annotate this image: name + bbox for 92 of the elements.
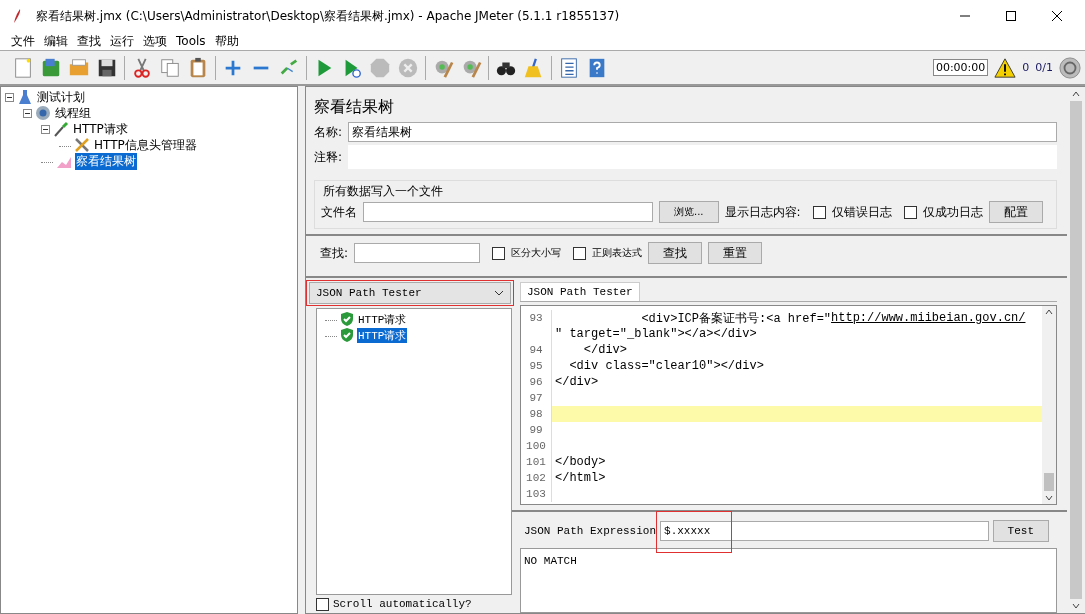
collapse-toggle-icon[interactable]: [41, 124, 50, 134]
checkbox-label[interactable]: 仅成功日志: [922, 203, 983, 221]
menu-item[interactable]: 编辑: [44, 32, 68, 50]
line-number: 103: [526, 488, 546, 500]
log-label: 显示日志内容:: [724, 203, 801, 221]
caret-icon: [494, 290, 504, 296]
browse-button[interactable]: 浏览...: [659, 201, 719, 223]
line-number: 102: [526, 472, 546, 484]
warning-icon[interactable]: [994, 56, 1017, 79]
checkbox-label[interactable]: Scroll automatically?: [333, 598, 472, 610]
line-number: 100: [526, 440, 546, 452]
menu-item[interactable]: 选项: [143, 32, 167, 50]
code-line: </div>: [555, 375, 599, 389]
menu-item[interactable]: 帮助: [214, 32, 239, 50]
code-line: " target="_blank"></a></div>: [555, 327, 757, 341]
remote-icon[interactable]: [1059, 56, 1081, 79]
renderer-dropdown[interactable]: JSON Path Tester: [309, 282, 511, 304]
new-file-icon[interactable]: [12, 56, 34, 79]
find-button[interactable]: 查找: [648, 242, 703, 264]
scroll-up-icon[interactable]: [1072, 91, 1080, 97]
template-icon[interactable]: [40, 56, 62, 79]
result-output: NO MATCH: [520, 548, 1057, 613]
checkbox[interactable]: [573, 246, 587, 260]
feather-icon: [12, 8, 22, 24]
tab[interactable]: JSON Path Tester: [520, 282, 640, 301]
field-label: 注释:: [314, 148, 343, 166]
filename-field[interactable]: [363, 202, 653, 222]
maximize-icon[interactable]: [1005, 10, 1017, 22]
tree-item[interactable]: HTTP请求: [72, 120, 129, 138]
line-number: 95: [529, 360, 543, 372]
checkbox-label[interactable]: 正则表达式: [592, 246, 643, 260]
line-number: 96: [529, 376, 543, 388]
checkbox[interactable]: [812, 205, 826, 219]
code-line: </html>: [555, 471, 606, 485]
checkbox[interactable]: [492, 246, 506, 260]
scrollbar[interactable]: [1042, 306, 1056, 504]
checkbox[interactable]: [903, 205, 917, 219]
elapsed-time: 00:00:00: [932, 59, 989, 76]
result-item[interactable]: HTTP请求: [357, 327, 408, 343]
error-count: 0: [1022, 61, 1030, 74]
name-field[interactable]: 察看结果树: [348, 122, 1057, 142]
test-button[interactable]: Test: [992, 520, 1049, 542]
cut-icon[interactable]: [131, 56, 153, 79]
flask-icon: [17, 89, 33, 105]
tree-item[interactable]: HTTP信息头管理器: [93, 136, 198, 154]
tree-item[interactable]: 察看结果树: [75, 152, 137, 170]
expression-label: JSON Path Expression: [524, 525, 657, 537]
code-line: <div>ICP备案证书号:<a href=": [640, 310, 832, 327]
field-label: 名称:: [314, 123, 343, 141]
field-label: 文件名: [321, 203, 357, 221]
menu-item[interactable]: 文件: [11, 32, 35, 50]
line-number: 99: [529, 424, 543, 436]
scroll-down-icon[interactable]: [1072, 603, 1080, 609]
close-icon[interactable]: [1051, 10, 1063, 22]
line-number: 98: [529, 408, 543, 420]
tree-item[interactable]: 线程组: [54, 104, 92, 122]
menu-item[interactable]: 运行: [110, 32, 134, 50]
search-field[interactable]: [354, 243, 481, 263]
scroll-down-icon[interactable]: [1045, 495, 1053, 501]
link[interactable]: http://www.miibeian.gov.cn/: [831, 311, 1026, 325]
reset-button[interactable]: 重置: [708, 242, 763, 264]
group-title: 所有数据写入一个文件: [323, 183, 444, 200]
checkbox-label[interactable]: 区分大小写: [511, 246, 562, 260]
copy-icon[interactable]: [159, 56, 181, 79]
shield-check-icon: [339, 327, 355, 343]
checkbox[interactable]: [316, 597, 329, 611]
code-line: </div>: [582, 343, 627, 357]
scrollbar-thumb[interactable]: [1044, 473, 1054, 491]
code-line: </body>: [555, 455, 606, 469]
tools-icon: [74, 137, 90, 153]
tree-item[interactable]: 测试计划: [36, 88, 86, 106]
shield-check-icon: [339, 311, 355, 327]
field-label: 查找:: [320, 244, 349, 262]
result-item[interactable]: HTTP请求: [357, 311, 408, 327]
code-line: <div class="clear10"></div>: [568, 359, 764, 373]
menu-item[interactable]: Tools: [176, 34, 206, 48]
list-icon[interactable]: [558, 56, 580, 79]
configure-button[interactable]: 配置: [988, 201, 1043, 223]
panel-title: 察看结果树: [314, 97, 395, 118]
thread-count: 0/1: [1035, 61, 1053, 74]
collapse-toggle-icon[interactable]: [23, 108, 32, 118]
scroll-up-icon[interactable]: [1045, 309, 1053, 315]
collapse-toggle-icon[interactable]: [5, 92, 14, 102]
menu-item[interactable]: 查找: [77, 32, 101, 50]
line-number: 93: [529, 312, 543, 324]
window-title: 察看结果树.jmx (C:\Users\Administrator\Desktop\察看结果树.jmx) - Apache JMeter (5.1.1 r1855137): [36, 7, 620, 25]
expression-field[interactable]: $.xxxxx: [660, 521, 989, 541]
line-number: 101: [526, 456, 546, 468]
pipette-icon: [53, 121, 69, 137]
line-number: 94: [529, 344, 543, 356]
line-number: 97: [529, 392, 543, 404]
checkbox-label[interactable]: 仅错误日志: [831, 203, 892, 221]
